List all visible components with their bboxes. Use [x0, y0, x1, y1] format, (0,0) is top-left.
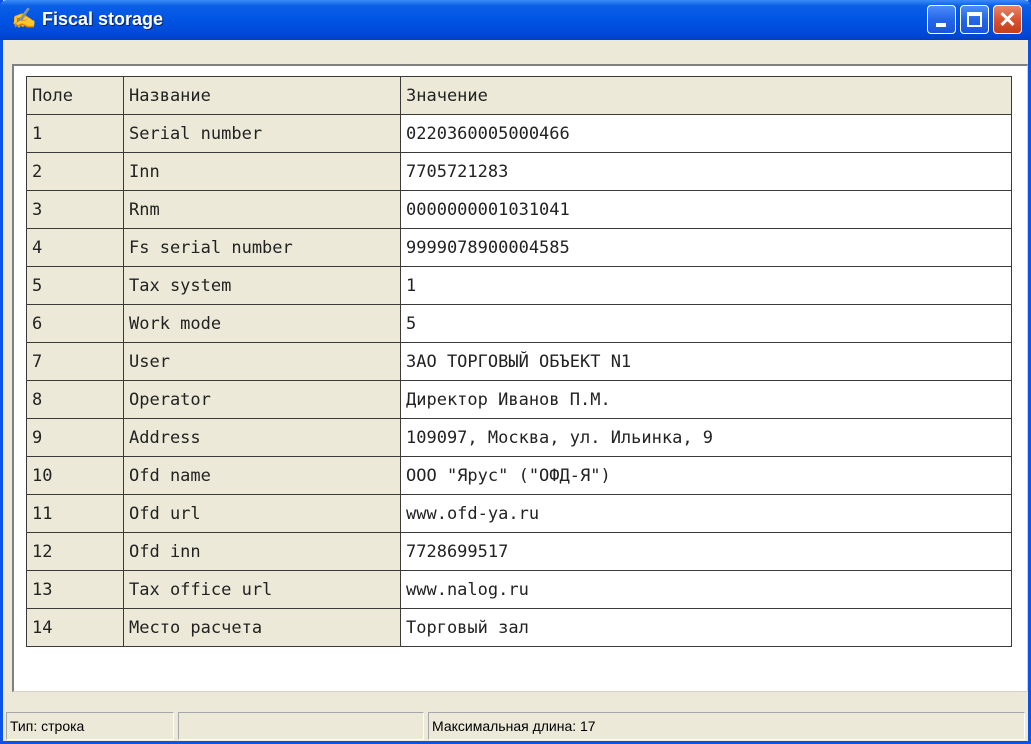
field-number-cell[interactable]: 2	[26, 152, 124, 191]
field-name-cell[interactable]: Serial number	[123, 114, 401, 153]
field-number-cell[interactable]: 1	[26, 114, 124, 153]
table-row[interactable]: 3 Rnm 0000000001031041	[26, 190, 1012, 229]
fiscal-storage-window: ✍ Fiscal storage ✕ Поле Название Значени…	[0, 0, 1031, 744]
field-name-cell[interactable]: Operator	[123, 380, 401, 419]
field-number-cell[interactable]: 14	[26, 608, 124, 647]
field-value-cell[interactable]: 7705721283	[400, 152, 1012, 191]
status-max-length: Максимальная длина: 17	[428, 712, 1025, 740]
field-value-cell[interactable]: ООО "Ярус" ("ОФД-Я")	[400, 456, 1012, 495]
field-value-cell[interactable]: 0220360005000466	[400, 114, 1012, 153]
table-row[interactable]: 6 Work mode 5	[26, 304, 1012, 343]
table-row[interactable]: 12 Ofd inn 7728699517	[26, 532, 1012, 571]
status-middle	[178, 712, 424, 740]
field-value-cell[interactable]: www.nalog.ru	[400, 570, 1012, 609]
field-name-cell[interactable]: Ofd inn	[123, 532, 401, 571]
field-number-cell[interactable]: 12	[26, 532, 124, 571]
status-bar: Тип: строка Максимальная длина: 17	[3, 712, 1028, 741]
maximize-icon	[967, 12, 982, 27]
table-row[interactable]: 2 Inn 7705721283	[26, 152, 1012, 191]
close-button[interactable]: ✕	[993, 5, 1022, 34]
field-number-cell[interactable]: 6	[26, 304, 124, 343]
grid-header-row: Поле Название Значение	[26, 76, 1012, 115]
field-value-cell[interactable]: ЗАО ТОРГОВЫЙ ОБЪЕКТ N1	[400, 342, 1012, 381]
field-number-cell[interactable]: 11	[26, 494, 124, 533]
field-name-cell[interactable]: Ofd name	[123, 456, 401, 495]
fiscal-data-grid: Поле Название Значение 1 Serial number 022…	[26, 76, 1012, 647]
field-name-cell[interactable]: Ofd url	[123, 494, 401, 533]
column-header-name[interactable]: Название	[123, 76, 401, 115]
table-row[interactable]: 8 Operator Директор Иванов П.М.	[26, 380, 1012, 419]
field-value-cell[interactable]: www.ofd-ya.ru	[400, 494, 1012, 533]
grid-body: Поле Название Значение 1 Serial number 022…	[26, 76, 1012, 647]
table-row[interactable]: 11 Ofd url www.ofd-ya.ru	[26, 494, 1012, 533]
field-value-cell[interactable]: 7728699517	[400, 532, 1012, 571]
field-number-cell[interactable]: 4	[26, 228, 124, 267]
minimize-button[interactable]	[927, 5, 956, 34]
field-name-cell[interactable]: User	[123, 342, 401, 381]
minimize-icon	[936, 23, 946, 27]
field-number-cell[interactable]: 10	[26, 456, 124, 495]
close-icon: ✕	[998, 7, 1017, 32]
column-header-field[interactable]: Поле	[26, 76, 124, 115]
field-name-cell[interactable]: Место расчета	[123, 608, 401, 647]
field-name-cell[interactable]: Rnm	[123, 190, 401, 229]
field-value-cell[interactable]: Директор Иванов П.М.	[400, 380, 1012, 419]
title-bar[interactable]: ✍ Fiscal storage ✕	[0, 0, 1031, 40]
field-number-cell[interactable]: 9	[26, 418, 124, 457]
field-value-cell[interactable]: Торговый зал	[400, 608, 1012, 647]
table-row[interactable]: 13 Tax office url www.nalog.ru	[26, 570, 1012, 609]
column-header-value[interactable]: Значение	[400, 76, 1012, 115]
table-row[interactable]: 1 Serial number 0220360005000466	[26, 114, 1012, 153]
table-row[interactable]: 9 Address 109097, Москва, ул. Ильинка, 9	[26, 418, 1012, 457]
field-name-cell[interactable]: Inn	[123, 152, 401, 191]
window-title: Fiscal storage	[42, 9, 164, 29]
field-number-cell[interactable]: 13	[26, 570, 124, 609]
field-value-cell[interactable]: 0000000001031041	[400, 190, 1012, 229]
field-number-cell[interactable]: 5	[26, 266, 124, 305]
field-number-cell[interactable]: 8	[26, 380, 124, 419]
field-value-cell[interactable]: 9999078900004585	[400, 228, 1012, 267]
grid-area: Поле Название Значение 1 Serial number 022…	[12, 64, 1028, 692]
field-name-cell[interactable]: Address	[123, 418, 401, 457]
app-icon: ✍	[11, 8, 37, 30]
field-number-cell[interactable]: 3	[26, 190, 124, 229]
status-type: Тип: строка	[6, 712, 174, 740]
table-row[interactable]: 7 User ЗАО ТОРГОВЫЙ ОБЪЕКТ N1	[26, 342, 1012, 381]
field-number-cell[interactable]: 7	[26, 342, 124, 381]
field-name-cell[interactable]: Tax system	[123, 266, 401, 305]
field-value-cell[interactable]: 109097, Москва, ул. Ильинка, 9	[400, 418, 1012, 457]
field-name-cell[interactable]: Tax office url	[123, 570, 401, 609]
field-name-cell[interactable]: Fs serial number	[123, 228, 401, 267]
maximize-button[interactable]	[960, 5, 989, 34]
table-row[interactable]: 4 Fs serial number 9999078900004585	[26, 228, 1012, 267]
field-value-cell[interactable]: 5	[400, 304, 1012, 343]
table-row[interactable]: 14 Место расчета Торговый зал	[26, 608, 1012, 647]
table-row[interactable]: 5 Tax system 1	[26, 266, 1012, 305]
field-value-cell[interactable]: 1	[400, 266, 1012, 305]
table-row[interactable]: 10 Ofd name ООО "Ярус" ("ОФД-Я")	[26, 456, 1012, 495]
field-name-cell[interactable]: Work mode	[123, 304, 401, 343]
